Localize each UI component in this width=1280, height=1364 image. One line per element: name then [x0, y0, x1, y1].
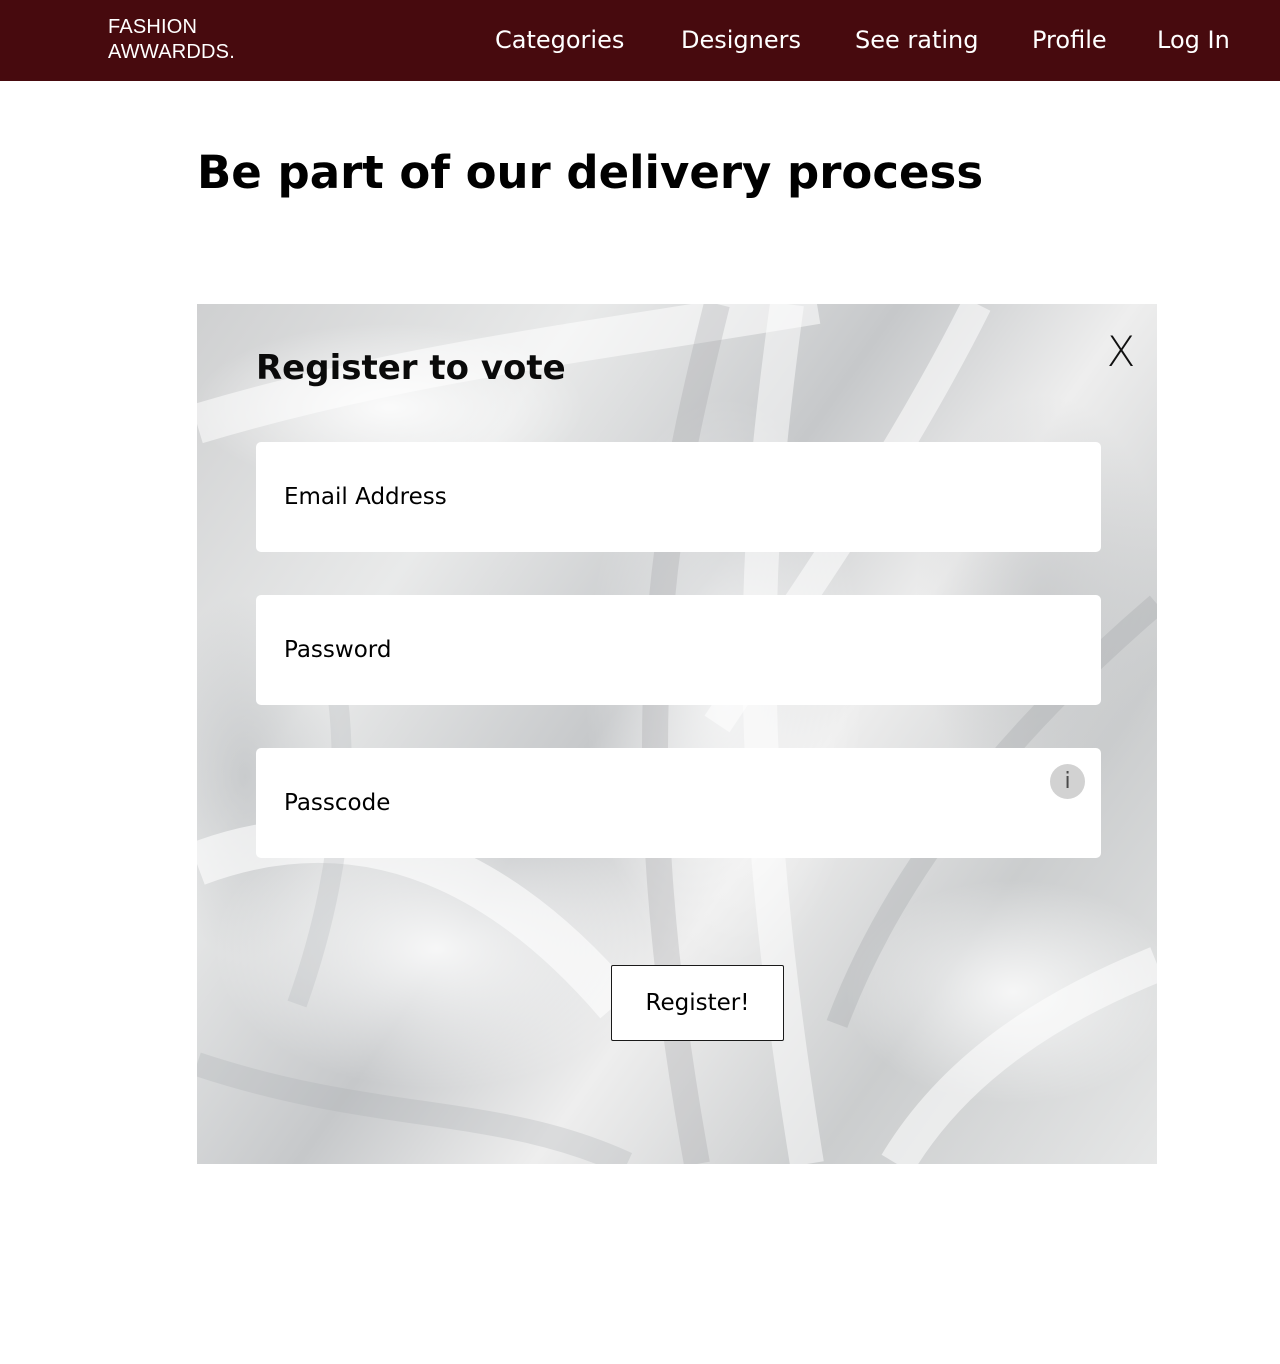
passcode-field-container: i: [256, 748, 1101, 858]
password-field-container: [256, 595, 1101, 705]
nav-link-log-in[interactable]: Log In: [1157, 24, 1230, 56]
passcode-field[interactable]: [256, 748, 1101, 858]
register-button[interactable]: Register!: [611, 965, 784, 1041]
nav-link-see-rating[interactable]: See rating: [855, 24, 979, 56]
page-title: Be part of our delivery process: [197, 146, 984, 199]
close-icon[interactable]: X: [1103, 331, 1139, 373]
email-field-container: [256, 442, 1101, 552]
register-panel: Register to vote X i Register!: [197, 304, 1157, 1164]
email-field[interactable]: [256, 442, 1101, 552]
site-logo[interactable]: FASHION AWWARDDS.: [108, 15, 235, 65]
nav-link-profile[interactable]: Profile: [1032, 24, 1107, 56]
logo-line-1: FASHION: [108, 16, 198, 38]
info-icon[interactable]: i: [1050, 764, 1085, 799]
nav-link-designers[interactable]: Designers: [681, 24, 801, 56]
register-title: Register to vote: [256, 348, 566, 388]
nav-link-categories[interactable]: Categories: [495, 24, 624, 56]
top-navbar: FASHION AWWARDDS. Categories Designers S…: [0, 0, 1280, 81]
logo-line-2: AWWARDDS.: [108, 41, 235, 63]
password-field[interactable]: [256, 595, 1101, 705]
